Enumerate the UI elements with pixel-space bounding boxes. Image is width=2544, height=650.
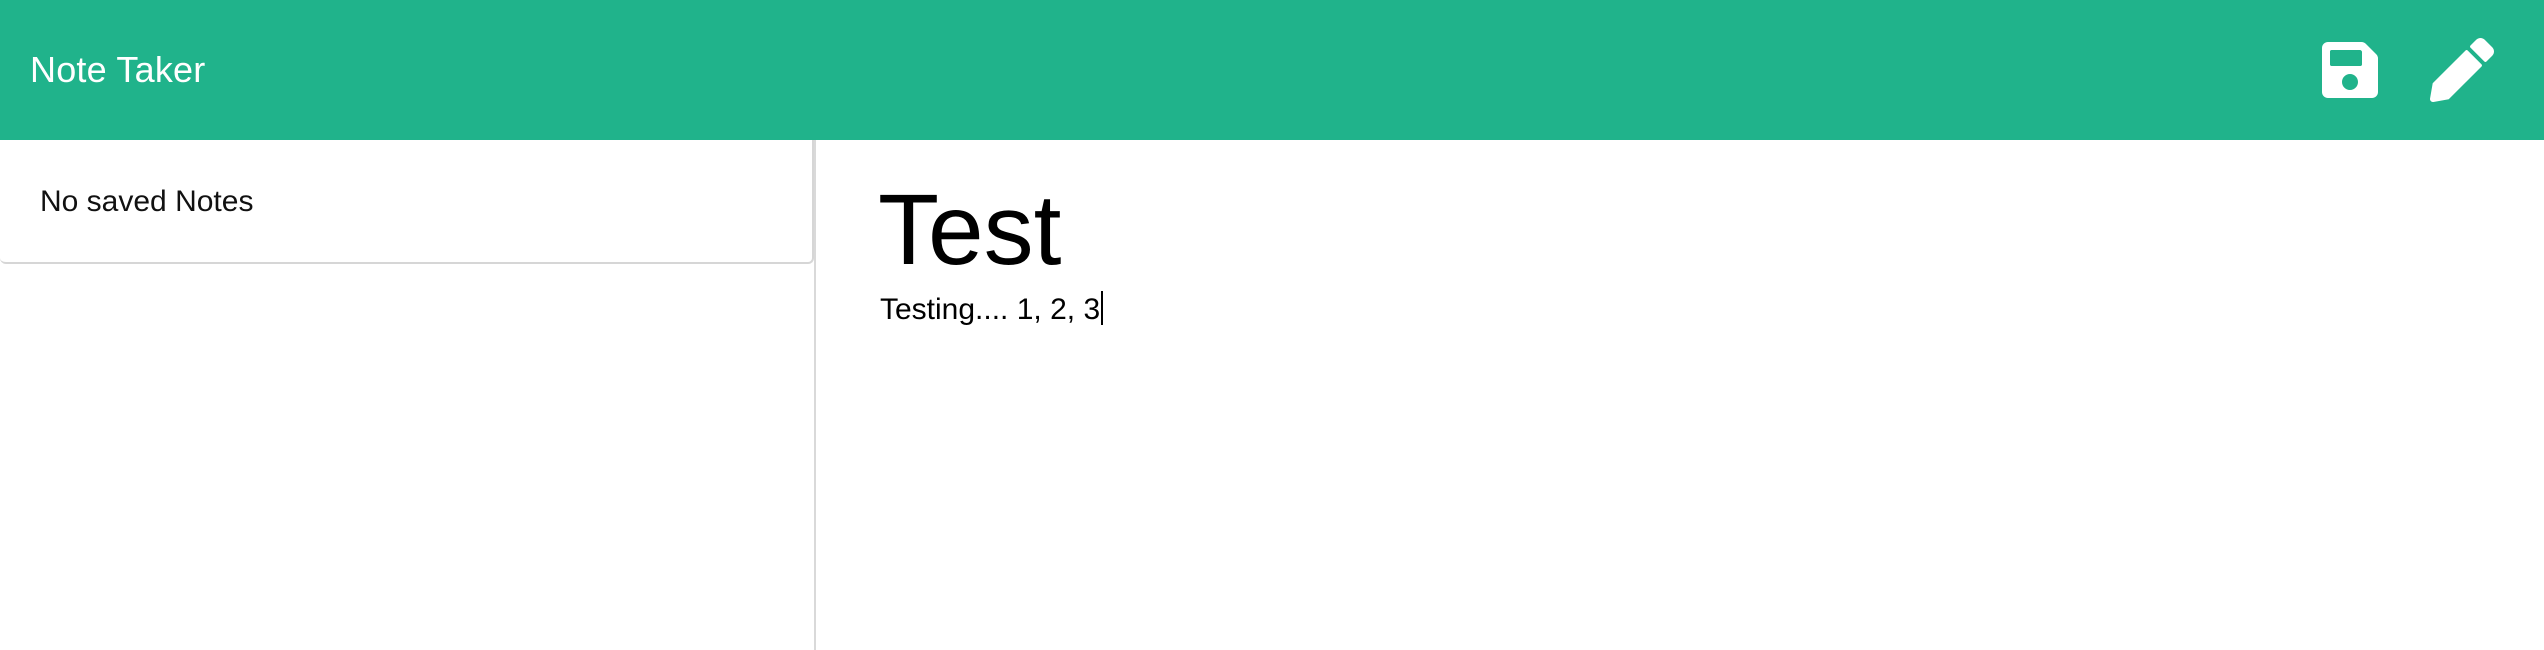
app-title[interactable]: Note Taker <box>30 0 205 140</box>
save-note-icon[interactable] <box>2318 38 2382 102</box>
note-editor: Test Testing.... 1, 2, 3 <box>816 140 2544 650</box>
notes-sidebar: No saved Notes <box>0 140 816 650</box>
note-body-text: Testing.... 1, 2, 3 <box>880 293 1101 326</box>
empty-notes-message: No saved Notes <box>0 140 814 264</box>
note-text-area[interactable]: Testing.... 1, 2, 3 <box>880 290 2380 330</box>
note-title-input[interactable]: Test <box>878 160 2378 300</box>
text-cursor <box>1101 291 1104 325</box>
new-note-pencil-icon[interactable] <box>2430 38 2494 102</box>
top-navbar: Note Taker <box>0 0 2544 140</box>
